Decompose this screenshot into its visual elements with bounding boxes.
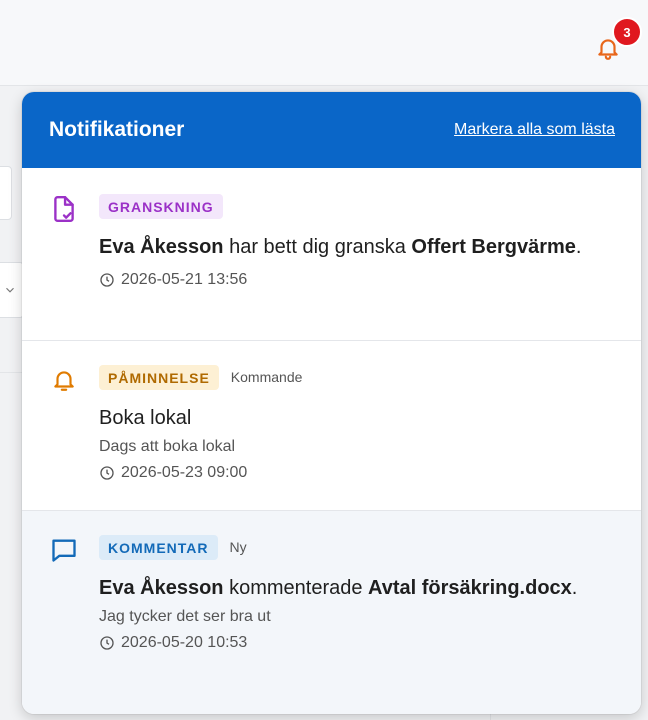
notification-count-badge: 3 bbox=[612, 17, 642, 47]
notifications-panel: Notifikationer Markera alla som lästa GR… bbox=[22, 92, 641, 714]
comment-icon bbox=[49, 535, 79, 565]
status-label: Kommande bbox=[230, 369, 303, 385]
notification-description: Jag tycker det ser bra ut bbox=[99, 608, 271, 625]
notification-title: Boka lokal bbox=[99, 407, 192, 429]
notification-time: 2026-05-20 10:53 bbox=[99, 634, 621, 652]
notification-title: Eva Åkesson har bett dig granska Offert … bbox=[99, 236, 582, 258]
notification-item[interactable]: GRANSKNING Eva Åkesson har bett dig gran… bbox=[22, 168, 641, 341]
notification-time: 2026-05-21 13:56 bbox=[99, 271, 621, 289]
notification-time: 2026-05-23 09:00 bbox=[99, 464, 621, 482]
background-divider bbox=[0, 372, 22, 373]
notification-description: Dags att boka lokal bbox=[99, 438, 236, 455]
background-input bbox=[0, 166, 12, 220]
panel-title: Notifikationer bbox=[49, 118, 185, 141]
type-tag: PÅMINNELSE bbox=[99, 364, 219, 390]
notification-title: Eva Åkesson kommenterade Avtal försäkrin… bbox=[99, 577, 578, 599]
mark-all-read-link[interactable]: Markera alla som lästa bbox=[454, 121, 615, 139]
chevron-down-icon bbox=[0, 280, 20, 300]
top-bar: 3 bbox=[0, 0, 648, 86]
notification-item[interactable]: KOMMENTAR Ny Eva Åkesson kommenterade Av… bbox=[22, 511, 641, 714]
clock-icon bbox=[100, 273, 114, 287]
clock-icon bbox=[100, 636, 114, 650]
type-tag: GRANSKNING bbox=[99, 193, 223, 219]
bell-icon bbox=[49, 365, 79, 395]
notification-item[interactable]: PÅMINNELSE Kommande Boka lokal Dags att … bbox=[22, 341, 641, 511]
type-tag: KOMMENTAR bbox=[99, 534, 218, 560]
document-review-icon bbox=[49, 194, 79, 224]
status-label: Ny bbox=[229, 539, 247, 555]
panel-header: Notifikationer Markera alla som lästa bbox=[22, 92, 641, 168]
clock-icon bbox=[100, 466, 114, 480]
